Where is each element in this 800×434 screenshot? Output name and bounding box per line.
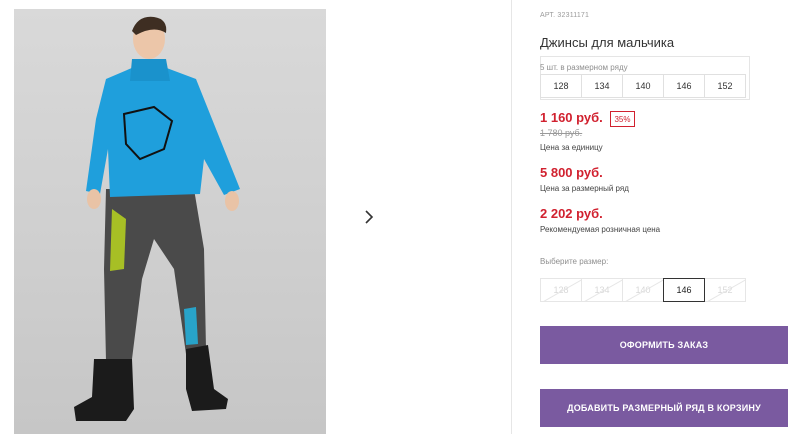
size-row-item: 134 <box>581 74 623 98</box>
choose-size-label: Выберите размер: <box>540 257 609 266</box>
size-selector: 128 134 140 146 152 <box>540 278 746 302</box>
size-row-item: 146 <box>663 74 705 98</box>
product-title: Джинсы для мальчика <box>540 35 675 50</box>
strike-through-icon <box>707 279 745 301</box>
price-retail: 2 202 руб. <box>540 206 603 221</box>
size-option-unavailable: 134 <box>581 278 623 302</box>
price-retail-label: Рекомендуемая розничная цена <box>540 225 661 234</box>
size-option-label: 146 <box>676 285 692 295</box>
price-current: 1 160 руб. <box>540 110 603 125</box>
next-image-button[interactable] <box>350 198 388 236</box>
boy-in-jeans-illustration <box>74 16 240 421</box>
strike-through-icon <box>543 279 581 301</box>
chevron-right-icon <box>365 210 374 224</box>
order-button[interactable]: ОФОРМИТЬ ЗАКАЗ <box>540 326 788 364</box>
size-row-note: 5 шт. в размерном ряду <box>540 63 628 72</box>
product-photo[interactable] <box>14 9 326 434</box>
price-size-row-label: Цена за размерный ряд <box>540 184 629 193</box>
price-old: 1 780 руб. <box>540 128 583 138</box>
article-number: АРТ. 32311171 <box>540 12 590 19</box>
divider <box>511 0 512 434</box>
size-option-unavailable: 152 <box>704 278 746 302</box>
size-option-unavailable: 140 <box>622 278 664 302</box>
add-size-row-to-cart-button[interactable]: ДОБАВИТЬ РАЗМЕРНЫЙ РЯД В КОРЗИНУ <box>540 389 788 427</box>
strike-through-icon <box>625 279 663 301</box>
discount-badge: 35% <box>610 111 635 127</box>
price-unit-label: Цена за единицу <box>540 143 603 152</box>
size-row-list: 128 134 140 146 152 <box>540 74 746 98</box>
size-row-item: 152 <box>704 74 746 98</box>
size-row-item: 128 <box>540 74 582 98</box>
product-gallery <box>0 0 512 434</box>
strike-through-icon <box>584 279 622 301</box>
size-row-item: 140 <box>622 74 664 98</box>
size-option-unavailable: 128 <box>540 278 582 302</box>
size-option-selected[interactable]: 146 <box>663 278 705 302</box>
price-size-row: 5 800 руб. <box>540 165 603 180</box>
